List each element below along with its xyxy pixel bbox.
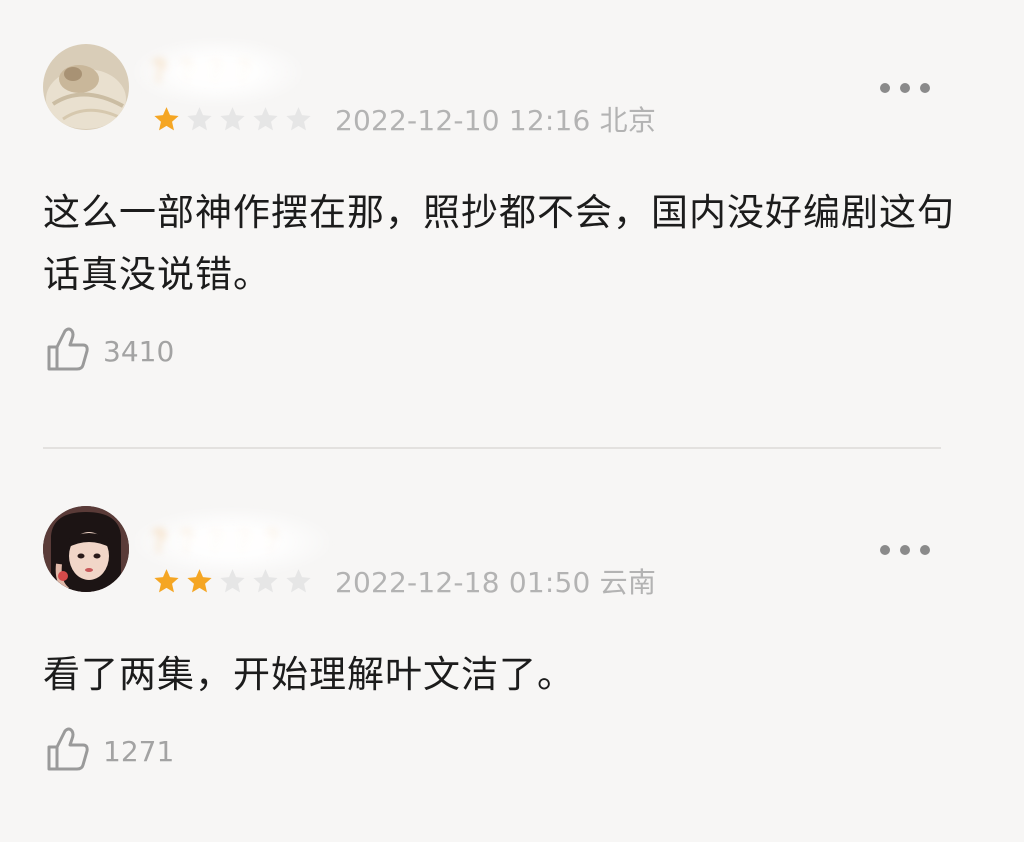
comment-text: 看了两集，开始理解叶文洁了。 <box>43 653 575 696</box>
timestamp: 2022-12-10 12:16 北京 <box>335 104 657 137</box>
more-dots-icon[interactable] <box>880 540 930 560</box>
like-count: 1271 <box>103 734 175 768</box>
star-icon <box>220 568 245 592</box>
avatar[interactable] <box>43 44 129 130</box>
meta-row: 2022-12-10 12:16 北京 <box>152 101 656 137</box>
rating-stars <box>152 105 317 134</box>
like-count: 3410 <box>103 334 175 368</box>
star-icon <box>187 568 212 592</box>
comment-list: ？？？？ 2022-12-10 12:16 北京 这么一部神作摆在那，照抄都不会… <box>0 0 1024 842</box>
comment-item: ？？？？ 2022-12-10 12:16 北京 这么一部神作摆在那，照抄都不会… <box>0 0 1024 447</box>
star-icon <box>220 106 245 130</box>
avatar[interactable] <box>43 506 129 592</box>
rating-stars <box>152 567 317 596</box>
like-button[interactable]: 3410 <box>45 326 174 376</box>
thumbs-up-icon <box>45 725 91 777</box>
star-icon <box>253 106 278 130</box>
thumbs-up-icon <box>45 325 91 377</box>
comment-item: ？？？？？ 2022-12-18 01:50 云南 看了两集，开始理解叶文洁了。… <box>0 449 1024 842</box>
username[interactable]: ？？？？？ <box>131 508 333 576</box>
username[interactable]: ？？？？ <box>131 38 305 106</box>
comment-text: 这么一部神作摆在那，照抄都不会，国内没好编剧这句话真没说错。 <box>43 191 955 296</box>
star-icon <box>154 568 179 592</box>
star-icon <box>187 106 212 130</box>
timestamp: 2022-12-18 01:50 云南 <box>335 566 657 599</box>
star-icon <box>286 568 311 592</box>
meta-row: 2022-12-18 01:50 云南 <box>152 563 656 599</box>
star-icon <box>253 568 278 592</box>
star-icon <box>154 106 179 130</box>
more-dots-icon[interactable] <box>880 78 930 98</box>
star-icon <box>286 106 311 130</box>
like-button[interactable]: 1271 <box>45 726 174 776</box>
